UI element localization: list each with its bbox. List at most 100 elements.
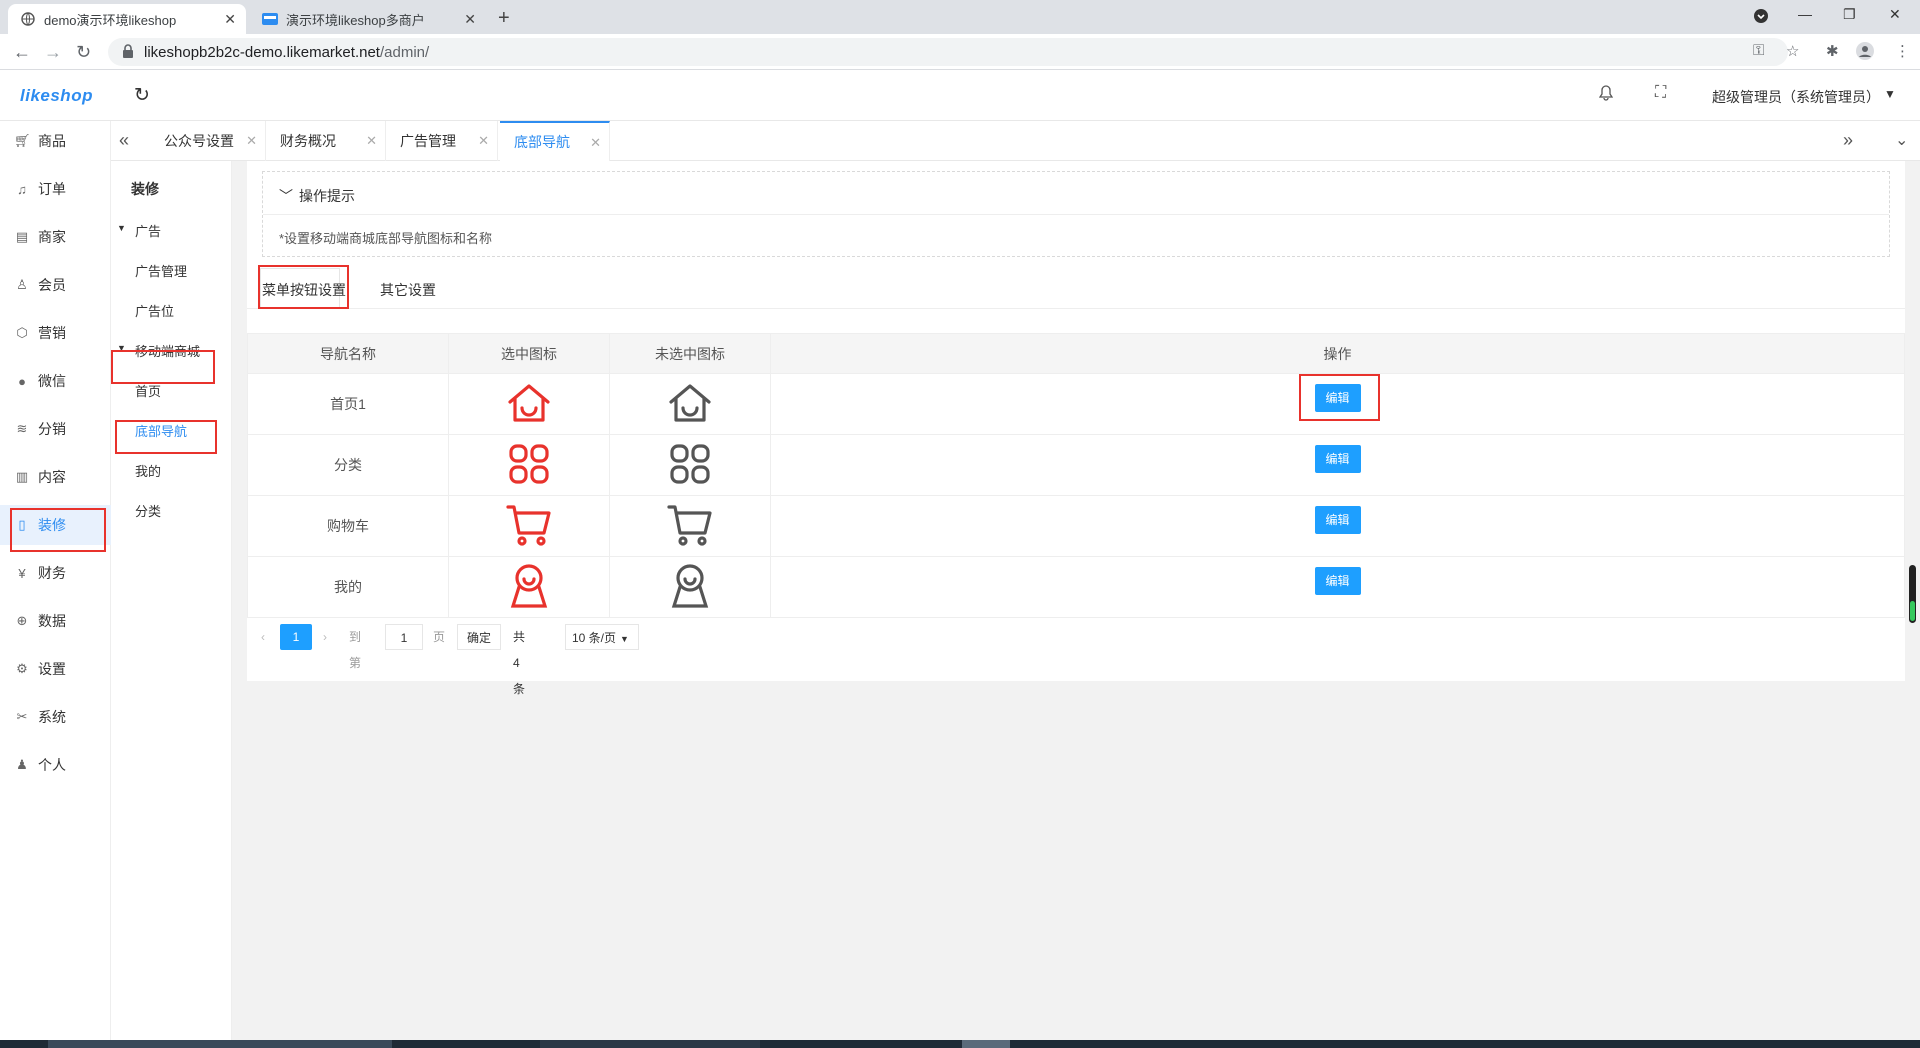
browser-tab-demo[interactable]: demo演示环境likeshop ✕ bbox=[8, 4, 246, 34]
tabs-scroll-right-icon[interactable]: » bbox=[1843, 130, 1853, 151]
minimize-icon[interactable]: — bbox=[1798, 6, 1812, 22]
sidebar-item-goods[interactable]: 🛒︎ 商品 bbox=[0, 121, 111, 161]
tab-label: 广告管理 bbox=[400, 133, 456, 149]
tab-bottom-nav[interactable]: 底部导航 ✕ bbox=[500, 121, 610, 161]
submenu-item-category[interactable]: 分类 bbox=[135, 501, 161, 520]
sidebar-item-label: 系统 bbox=[38, 709, 66, 725]
caret-down-icon[interactable]: ▼ bbox=[1884, 87, 1896, 101]
sidebar-item-settings[interactable]: ⚙ 设置 bbox=[0, 649, 111, 689]
goto-page-input[interactable]: 1 bbox=[385, 624, 423, 650]
sidebar-item-personal[interactable]: ♟ 个人 bbox=[0, 745, 111, 785]
submenu-group-ads[interactable]: 广告 bbox=[135, 221, 161, 240]
tabs-scroll-left-icon[interactable]: « bbox=[119, 130, 129, 151]
gear-icon: ⚙ bbox=[16, 661, 28, 676]
submenu-item-mine[interactable]: 我的 bbox=[135, 461, 161, 480]
sidebar-item-merchants[interactable]: ▤ 商家 bbox=[0, 217, 111, 257]
menu-dots-icon[interactable]: ⋮ bbox=[1895, 42, 1910, 60]
sidebar-item-system[interactable]: ✂ 系统 bbox=[0, 697, 111, 737]
restore-icon[interactable]: ❐ bbox=[1843, 6, 1856, 23]
submenu-item-home[interactable]: 首页 bbox=[135, 381, 161, 400]
tab-label: 财务概况 bbox=[280, 133, 336, 149]
key-icon[interactable]: ⚿ bbox=[1753, 42, 1764, 59]
sidebar-item-orders[interactable]: ♫ 订单 bbox=[0, 169, 111, 209]
home-icon bbox=[448, 373, 610, 435]
col-nav-name: 导航名称 bbox=[247, 333, 449, 374]
cube-icon: ⬡ bbox=[16, 325, 28, 340]
close-icon[interactable]: ✕ bbox=[224, 11, 236, 28]
tab-finance-overview[interactable]: 财务概况 ✕ bbox=[266, 121, 386, 161]
close-icon[interactable]: ✕ bbox=[590, 135, 601, 151]
caret-down-icon[interactable]: ▼ bbox=[117, 343, 126, 353]
tab-ad-manage[interactable]: 广告管理 ✕ bbox=[386, 121, 498, 161]
caret-down-icon[interactable]: ▼ bbox=[117, 223, 126, 233]
taskbar-item[interactable] bbox=[962, 1040, 1010, 1048]
submenu-item-bottom-nav[interactable]: 底部导航 bbox=[135, 421, 187, 440]
chevron-down-icon[interactable]: ⌄ bbox=[1895, 130, 1908, 150]
extensions-icon[interactable]: ✱ bbox=[1826, 42, 1839, 60]
user-icon bbox=[448, 556, 610, 618]
page-current[interactable]: 1 bbox=[280, 624, 312, 650]
goto-confirm-button[interactable]: 确定 bbox=[457, 624, 501, 650]
sidebar-item-data[interactable]: ⊕ 数据 bbox=[0, 601, 111, 641]
sidebar-item-wechat[interactable]: ● 微信 bbox=[0, 361, 111, 401]
action-cell: 编辑 bbox=[770, 373, 1905, 435]
reload-icon[interactable]: ↻ bbox=[76, 42, 91, 63]
tab-search-icon[interactable] bbox=[1753, 8, 1769, 27]
close-icon[interactable]: ✕ bbox=[366, 133, 377, 149]
prev-page-icon[interactable]: ‹ bbox=[261, 624, 265, 650]
table-row: 购物车 编辑 bbox=[247, 495, 1905, 557]
page-size-value: 10 条/页 bbox=[572, 631, 617, 645]
browser-tab-multi[interactable]: 演示环境likeshop多商户 ✕ bbox=[250, 4, 486, 34]
home-icon bbox=[609, 373, 771, 435]
close-icon[interactable]: ✕ bbox=[464, 11, 476, 28]
profile-icon[interactable] bbox=[1856, 42, 1874, 64]
scroll-indicator[interactable] bbox=[1909, 565, 1916, 623]
lock-icon[interactable] bbox=[122, 44, 136, 58]
cart-icon: 🛒︎ bbox=[14, 133, 31, 148]
yen-icon: ¥ bbox=[18, 565, 26, 581]
nav-name: 分类 bbox=[247, 434, 449, 496]
page-size-select[interactable]: 10 条/页 ▼ bbox=[565, 624, 639, 650]
submenu-item-ad-slot[interactable]: 广告位 bbox=[135, 301, 174, 320]
back-icon[interactable]: ← bbox=[13, 42, 31, 63]
edit-button[interactable]: 编辑 bbox=[1314, 384, 1361, 412]
tab-wechat-official[interactable]: 公众号设置 ✕ bbox=[150, 121, 266, 161]
next-page-icon[interactable]: › bbox=[323, 624, 327, 650]
edit-button[interactable]: 编辑 bbox=[1314, 445, 1361, 473]
taskbar-item[interactable] bbox=[540, 1040, 760, 1048]
address-bar[interactable]: likeshopb2b2c-demo.likemarket.net/admin/ bbox=[108, 38, 1788, 66]
tips-box: ﹀ 操作提示 *设置移动端商城底部导航图标和名称 bbox=[262, 171, 1890, 257]
sidebar-item-decoration[interactable]: ▯ 装修 bbox=[0, 505, 111, 545]
sidebar-item-finance[interactable]: ¥ 财务 bbox=[0, 553, 111, 593]
sidebar-item-members[interactable]: ♙ 会员 bbox=[0, 265, 111, 305]
logo[interactable]: likeshop bbox=[20, 86, 93, 106]
sidebar-item-content[interactable]: ▥ 内容 bbox=[0, 457, 111, 497]
url-text[interactable]: likeshopb2b2c-demo.likemarket.net/admin/ bbox=[144, 44, 429, 61]
scroll-thumb[interactable] bbox=[1910, 601, 1915, 621]
sidebar-item-distribution[interactable]: ≋ 分销 bbox=[0, 409, 111, 449]
window-close-icon[interactable]: ✕ bbox=[1889, 6, 1901, 23]
close-icon[interactable]: ✕ bbox=[246, 133, 257, 149]
submenu-group-mobile[interactable]: 移动端商城 bbox=[135, 341, 200, 360]
close-icon[interactable]: ✕ bbox=[478, 133, 489, 149]
refresh-icon[interactable]: ↻ bbox=[134, 84, 150, 107]
sidebar-item-marketing[interactable]: ⬡ 营销 bbox=[0, 313, 111, 353]
forward-icon[interactable]: → bbox=[44, 42, 62, 63]
grid-icon bbox=[609, 434, 771, 496]
edit-button[interactable]: 编辑 bbox=[1314, 506, 1361, 534]
edit-button[interactable]: 编辑 bbox=[1314, 567, 1361, 595]
cart-icon bbox=[448, 495, 610, 557]
star-icon[interactable]: ☆ bbox=[1786, 42, 1799, 60]
new-tab-icon[interactable]: + bbox=[498, 7, 510, 30]
sidebar-item-label: 微信 bbox=[38, 373, 66, 389]
bell-icon[interactable] bbox=[1598, 85, 1614, 106]
taskbar-item[interactable] bbox=[48, 1040, 392, 1048]
tab-menu-buttons[interactable]: 菜单按钮设置 bbox=[262, 280, 346, 300]
submenu-item-ad-manage[interactable]: 广告管理 bbox=[135, 261, 187, 280]
fullscreen-icon[interactable]: ⛶ bbox=[1655, 84, 1666, 102]
admin-user[interactable]: 超级管理员（系统管理员） bbox=[1712, 87, 1880, 107]
col-selected-icon: 选中图标 bbox=[448, 333, 610, 374]
tab-other-settings[interactable]: 其它设置 bbox=[380, 280, 436, 300]
tips-header[interactable]: ﹀ 操作提示 bbox=[263, 172, 1889, 215]
page-unit: 页 bbox=[433, 630, 446, 644]
